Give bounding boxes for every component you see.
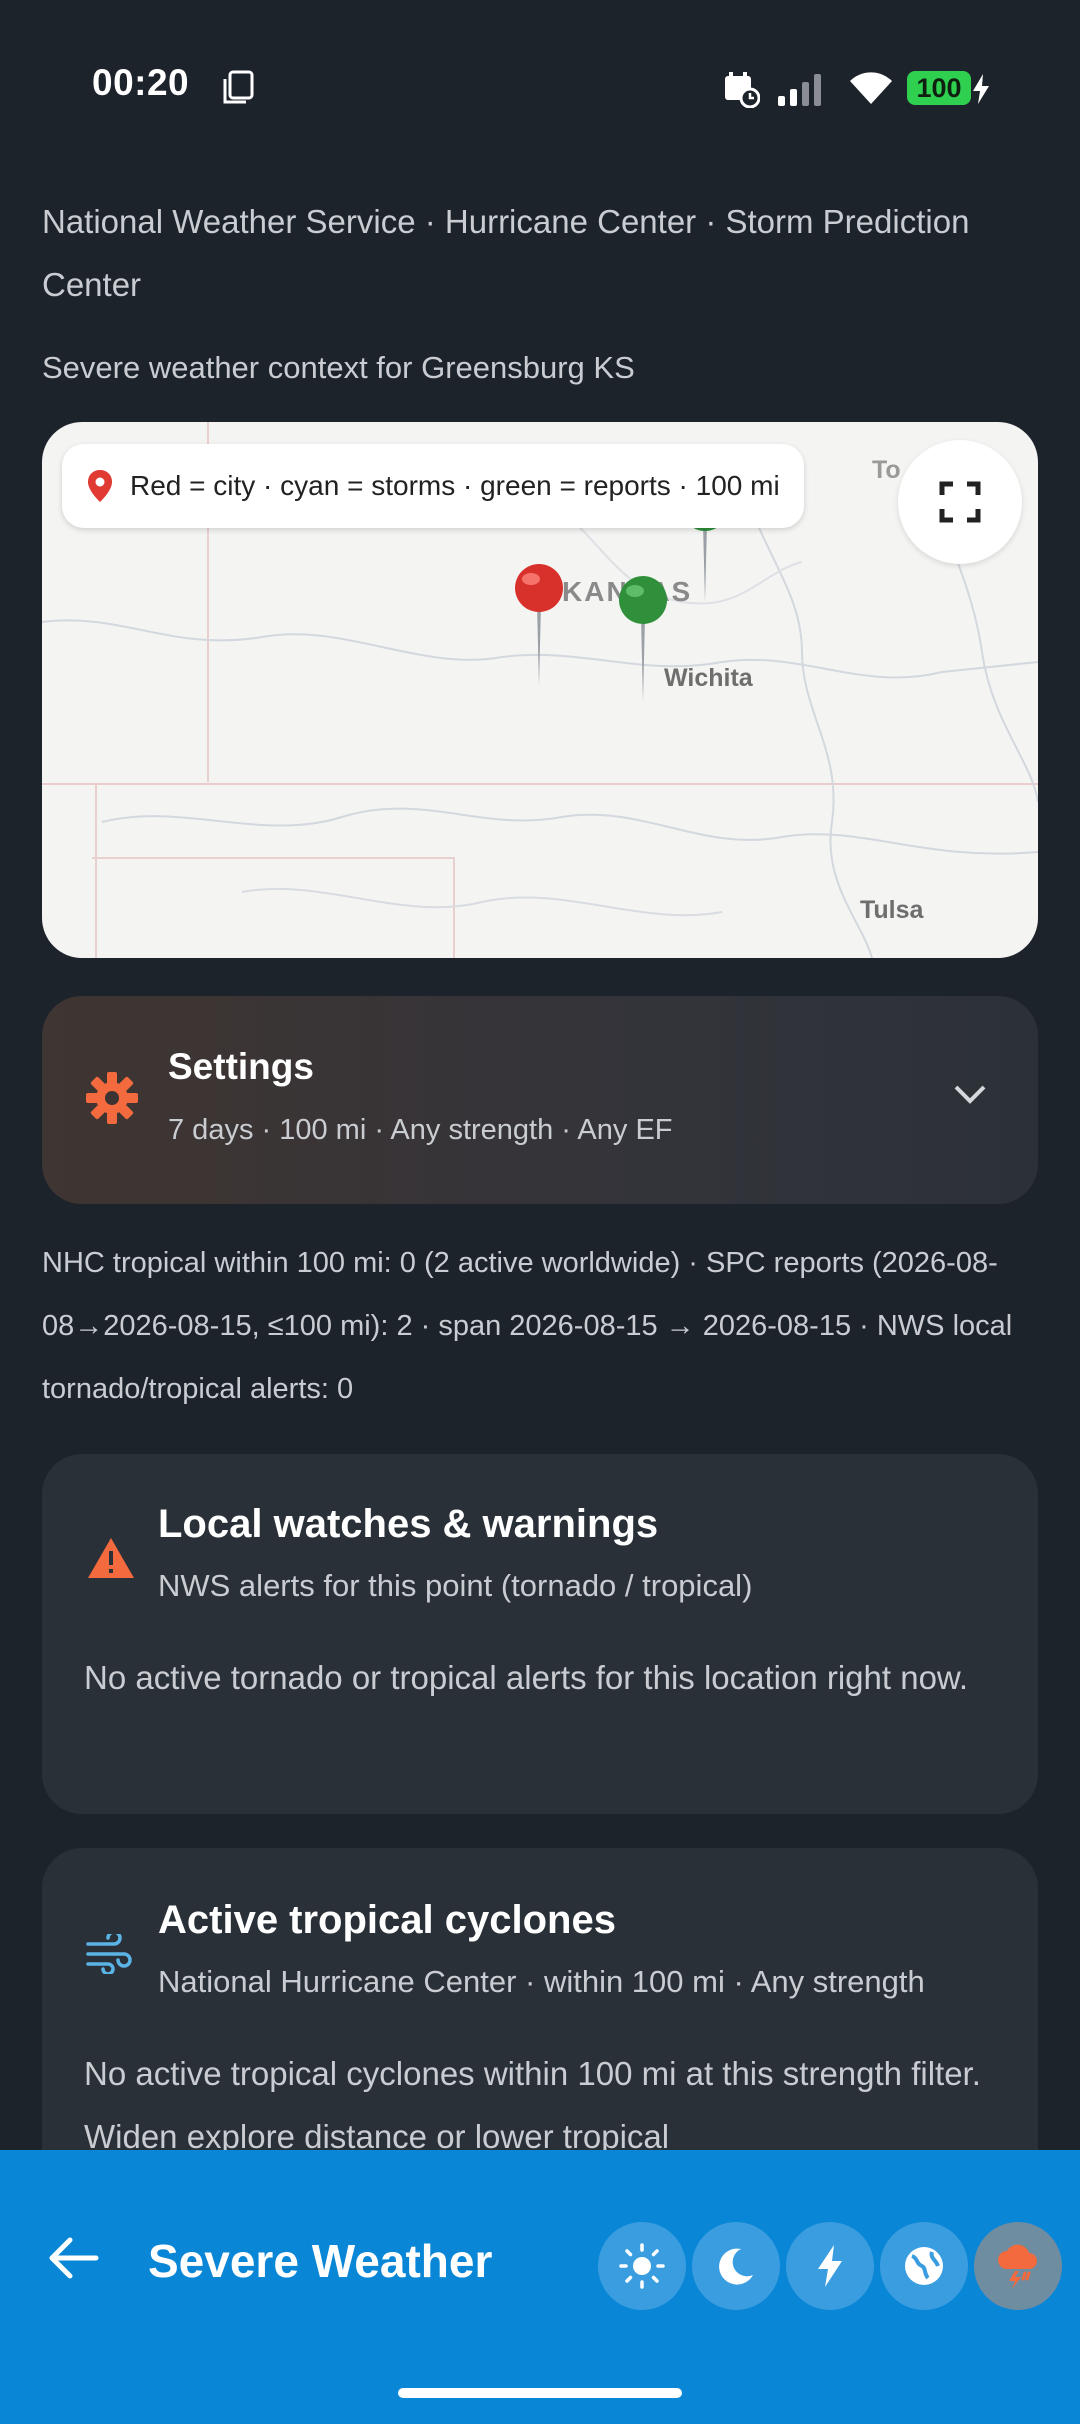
location-pin-icon xyxy=(88,470,112,502)
moon-mode-button[interactable] xyxy=(692,2222,780,2310)
status-bar: 00:20 100 xyxy=(0,0,1080,130)
fullscreen-icon xyxy=(939,481,981,523)
map-legend-text: Red = city · cyan = storms · green = rep… xyxy=(130,470,780,501)
alerts-card-body: No active tornado or tropical alerts for… xyxy=(84,1659,969,1696)
alerts-card-title: Local watches & warnings xyxy=(158,1502,659,1546)
signal-icon xyxy=(778,74,821,106)
map-label-topeka: To xyxy=(872,456,901,484)
wind-icon xyxy=(86,1934,132,1974)
back-arrow-icon[interactable] xyxy=(48,2236,100,2280)
data-sources-text: National Weather Service · Hurricane Cen… xyxy=(42,203,970,303)
severe-weather-map[interactable]: KANSAS Wichita Tulsa To Red = city · cya… xyxy=(42,422,1038,958)
settings-title: Settings xyxy=(168,1046,314,1087)
charging-icon xyxy=(973,74,989,104)
battery-level: 100 xyxy=(907,71,971,105)
lightning-mode-button[interactable] xyxy=(786,2222,874,2310)
storm-cloud-icon xyxy=(998,2244,1037,2289)
map-label-tulsa: Tulsa xyxy=(860,896,924,924)
sun-mode-button[interactable] xyxy=(598,2222,686,2310)
settings-subtitle: 7 days · 100 mi · Any strength · Any EF xyxy=(168,1114,673,1146)
fullscreen-button[interactable] xyxy=(898,440,1022,564)
location-context-text: Severe weather context for Greensburg KS xyxy=(42,350,635,385)
gear-icon xyxy=(86,1072,138,1124)
summary-text: NHC tropical within 100 mi: 0 (2 active … xyxy=(42,1247,1013,1405)
cyclones-card-subtitle: National Hurricane Center · within 100 m… xyxy=(158,1964,925,1999)
alerts-card-subtitle: NWS alerts for this point (tornado / tro… xyxy=(158,1568,753,1603)
settings-card[interactable]: Settings 7 days · 100 mi · Any strength … xyxy=(42,996,1038,1204)
report-pin[interactable] xyxy=(616,576,670,704)
moon-icon xyxy=(719,2248,753,2285)
home-indicator[interactable] xyxy=(398,2388,682,2398)
globe-mode-button[interactable] xyxy=(880,2222,968,2310)
map-legend: Red = city · cyan = storms · green = rep… xyxy=(62,444,804,528)
wifi-icon xyxy=(850,72,892,104)
screen-title: Severe Weather xyxy=(148,2235,493,2287)
sun-icon xyxy=(619,2243,665,2289)
warning-icon xyxy=(88,1538,134,1578)
chevron-down-icon[interactable] xyxy=(952,1082,988,1106)
screen-icon xyxy=(223,70,254,104)
cyclones-card-title: Active tropical cyclones xyxy=(158,1898,616,1942)
local-alerts-card: Local watches & warnings NWS alerts for … xyxy=(42,1454,1038,1814)
calendar-alarm-icon xyxy=(725,72,760,108)
bottom-app-bar: Severe Weather xyxy=(0,2150,1080,2424)
city-pin[interactable] xyxy=(512,564,566,688)
globe-icon xyxy=(905,2247,943,2285)
status-time: 00:20 xyxy=(92,62,190,103)
storm-mode-button[interactable] xyxy=(974,2222,1062,2310)
lightning-icon xyxy=(818,2245,842,2287)
map-label-wichita: Wichita xyxy=(664,664,753,692)
